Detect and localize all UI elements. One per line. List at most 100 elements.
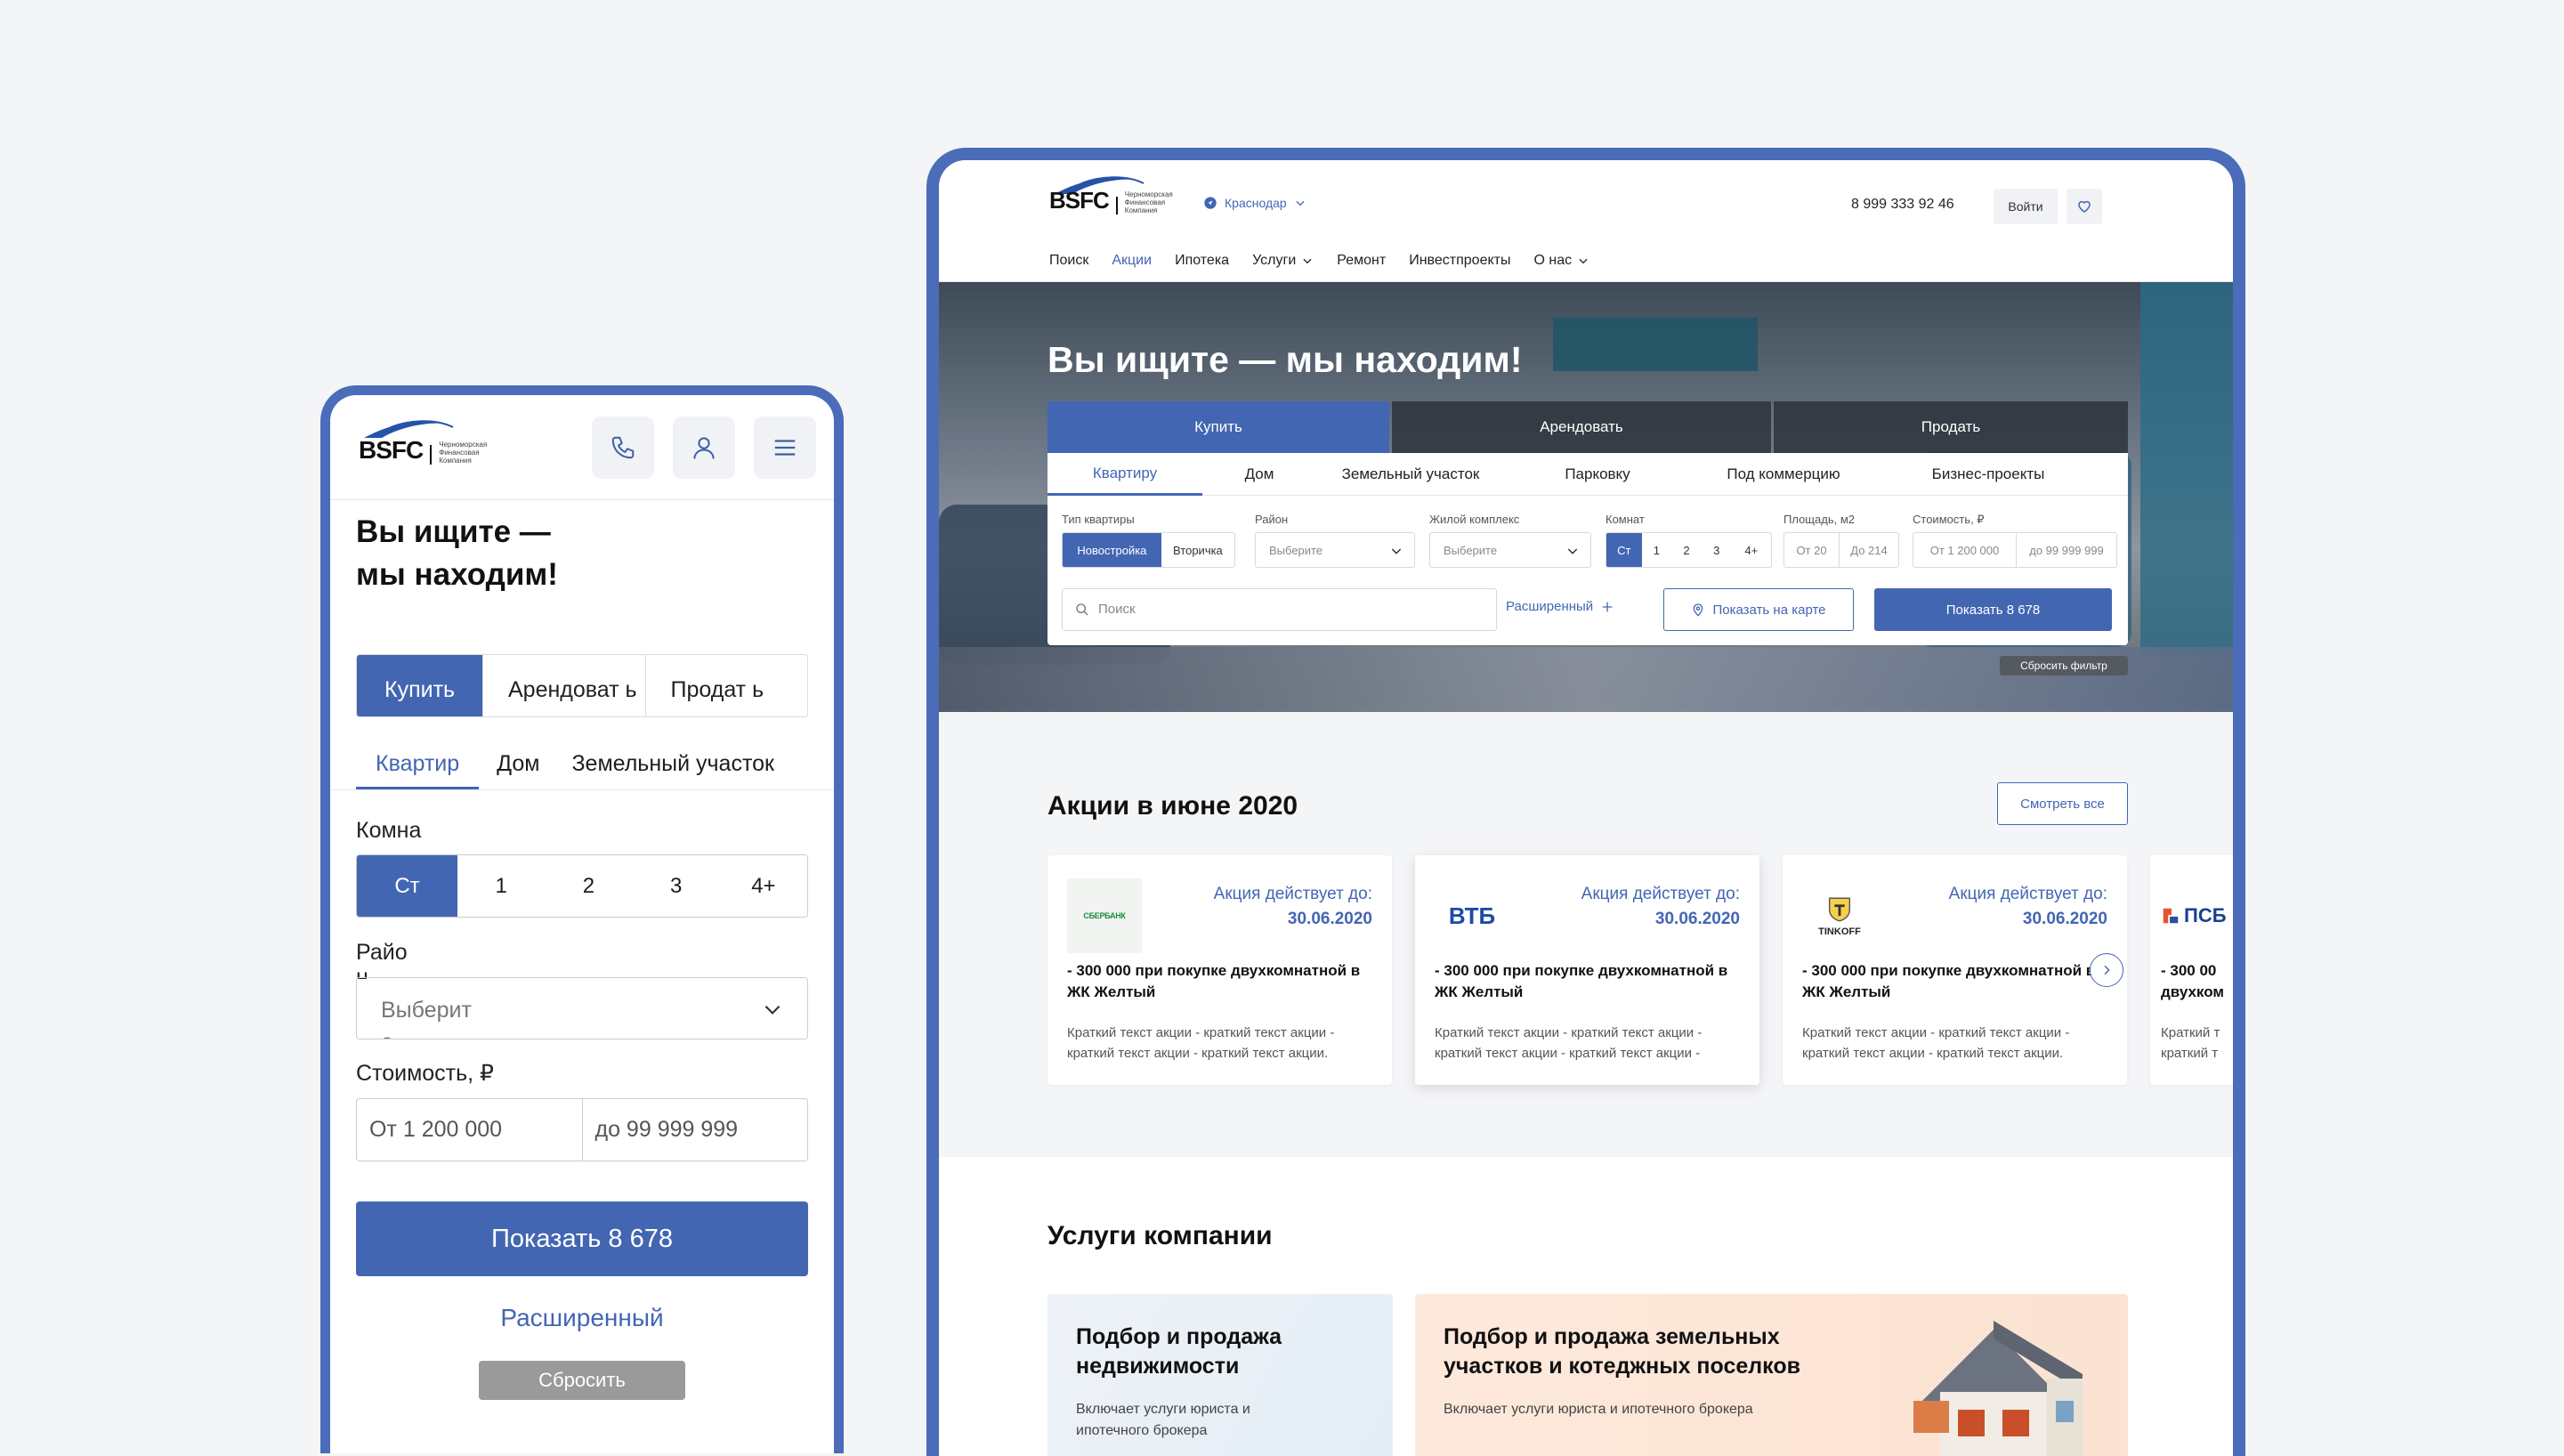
price-to-input[interactable]: до 99 999 999 (2017, 533, 2116, 567)
area-to-input[interactable]: До 214 (1840, 533, 1898, 567)
show-on-map-button[interactable]: Показать на карте (1663, 588, 1854, 631)
tinkoff-logo: TINKOFF (1802, 878, 1877, 953)
tab-apartment[interactable]: Квартир (356, 749, 480, 789)
room-option[interactable]: 1 (1642, 533, 1672, 567)
tab-parking[interactable]: Парковку (1505, 453, 1690, 496)
logo-divider (430, 445, 433, 465)
see-all-button[interactable]: Смотреть все (1997, 782, 2128, 825)
rooms-label: Комна (356, 818, 422, 843)
price-from-input[interactable]: От 1 200 000 (1913, 533, 2017, 567)
profile-button[interactable] (673, 417, 735, 479)
reset-filter-button[interactable]: Сбросить фильтр (2000, 656, 2128, 675)
chevron-down-icon (1579, 258, 1588, 264)
chevron-down-icon (1303, 258, 1312, 264)
rooms-selector: Ст 1 2 3 4+ (1606, 532, 1772, 568)
header-phone[interactable]: 8 999 333 92 46 (1851, 197, 1954, 213)
promo-card[interactable]: ВТБ Акция действует до: 30.06.2020 - 300 … (1415, 855, 1759, 1085)
promo-card[interactable]: СБЕРБАНК Акция действует до: 30.06.2020 -… (1047, 855, 1392, 1085)
nav-item-investprojects[interactable]: Инвестпроекты (1409, 253, 1510, 269)
apt-type-option[interactable]: Вторичка (1161, 533, 1234, 567)
tab-house[interactable]: Дом (1202, 453, 1316, 496)
service-title: Подбор и продажа земельных участков и ко… (1444, 1324, 1800, 1379)
apt-type-selector: Новостройка Вторичка (1062, 532, 1235, 568)
vtb-logo: ВТБ (1435, 878, 1509, 953)
nav-item-services[interactable]: Услуги (1252, 253, 1314, 269)
promo-title: - 300 00 двухком (2161, 962, 2224, 1000)
tab-land[interactable]: Земельный участок (1316, 453, 1505, 496)
price-label: Стоимость, ₽ (356, 1061, 494, 1086)
show-results-button[interactable]: Показать 8 678 (1874, 588, 2112, 631)
room-option[interactable]: Ст (1606, 533, 1642, 567)
complex-select[interactable]: Выберите (1429, 532, 1591, 568)
price-from-input[interactable]: От 1 200 000 (357, 1099, 582, 1161)
tab-apartment[interactable]: Квартиру (1047, 453, 1202, 496)
tab-commercial[interactable]: Под коммерцию (1690, 453, 1877, 496)
nav-item-about[interactable]: О нас (1533, 253, 1589, 269)
city-selector[interactable]: Краснодар (1203, 196, 1306, 210)
logo[interactable]: BSFC Черноморская Финансовая Компания (359, 420, 487, 465)
service-card[interactable]: Подбор и продажа земельных участков и ко… (1415, 1294, 2128, 1456)
psb-logo: ПСБ (2161, 878, 2233, 953)
tab-buy[interactable]: Купить (1047, 401, 1389, 453)
room-option[interactable]: 3 (1702, 533, 1732, 567)
room-option[interactable]: 3 (633, 855, 720, 917)
district-select[interactable]: Выберите (1255, 532, 1415, 568)
service-title: Подбор и продажа недвижимости (1076, 1324, 1282, 1379)
hero-title: Вы ищите — мы находим! (356, 514, 558, 592)
room-option[interactable]: Ст (357, 855, 457, 917)
area-label: Площадь, м2 (1783, 513, 1855, 526)
nav-item-promos[interactable]: Акции (1112, 253, 1152, 269)
price-to-input[interactable]: до 99 999 999 (581, 1099, 808, 1161)
tab-rent[interactable]: Арендовать (1392, 401, 1771, 453)
login-button[interactable]: Войти (1994, 189, 2058, 224)
menu-button[interactable] (754, 417, 816, 479)
search-input[interactable]: Поиск (1062, 588, 1497, 631)
user-icon (693, 437, 715, 459)
phone-button[interactable] (592, 417, 654, 479)
service-card[interactable]: Подбор и продажа недвижимости Включает у… (1047, 1294, 1393, 1456)
advanced-search-link[interactable]: Расширенный (1506, 599, 1614, 614)
bank-name: TINKOFF (1818, 926, 1861, 937)
promo-card[interactable]: TINKOFF Акция действует до: 30.06.2020 - … (1783, 855, 2127, 1085)
tab-business[interactable]: Бизнес-проекты (1877, 453, 2099, 496)
tab-rent[interactable]: Арендоват ь (482, 655, 645, 716)
price-range: От 1 200 000 до 99 999 999 (356, 1098, 808, 1161)
nav-item-renovation[interactable]: Ремонт (1337, 253, 1386, 269)
room-option[interactable]: 4+ (1732, 533, 1772, 567)
heart-icon (2078, 200, 2091, 213)
tab-house[interactable]: Дом (479, 749, 557, 789)
favorites-button[interactable] (2067, 189, 2102, 224)
carousel-next-button[interactable] (2090, 953, 2123, 987)
search-panel: Квартиру Дом Земельный участок Парковку … (1047, 453, 2128, 645)
services-title: Услуги компании (1047, 1221, 1273, 1250)
promo-card[interactable]: ПСБ - 300 00 двухком Краткий т краткий т (2150, 855, 2233, 1085)
show-results-button[interactable]: Показать 8 678 (356, 1201, 808, 1276)
service-text: Включает услуги юриста и ипотечного брок… (1076, 1402, 1250, 1438)
room-option[interactable]: 1 (457, 855, 545, 917)
nav-item-search[interactable]: Поиск (1049, 253, 1088, 269)
district-select[interactable]: Выберит е (356, 977, 808, 1039)
service-text: Включает услуги юриста и ипотечного брок… (1444, 1402, 1753, 1417)
room-option[interactable]: 4+ (720, 855, 807, 917)
room-option[interactable]: 2 (1671, 533, 1702, 567)
room-option[interactable]: 2 (545, 855, 632, 917)
apt-type-option[interactable]: Новостройка (1063, 533, 1161, 567)
area-from-input[interactable]: От 20 (1784, 533, 1840, 567)
tab-sell[interactable]: Продат ь (644, 655, 808, 716)
search-icon (1076, 603, 1088, 616)
advanced-search-link[interactable]: Расширенный (330, 1304, 834, 1332)
reset-button[interactable]: Сбросить (479, 1361, 685, 1400)
tab-land[interactable]: Земельный участок (557, 749, 789, 789)
logo[interactable]: BSFC Черноморская Финансовая Компания (1049, 176, 1173, 214)
logo-mark: BSFC (1049, 187, 1110, 214)
district-label: Райо н (356, 940, 408, 979)
nav-item-mortgage[interactable]: Ипотека (1175, 253, 1229, 269)
tab-sell[interactable]: Продать (1774, 401, 2128, 453)
complex-label: Жилой комплекс (1429, 513, 1520, 526)
chevron-down-icon (764, 1005, 781, 1015)
header-divider (330, 499, 834, 500)
promos-title: Акции в июне 2020 (1047, 791, 1298, 821)
map-pin-icon (1694, 603, 1703, 617)
deal-type-tabs: Купить Арендоват ь Продат ь (356, 654, 808, 717)
tab-buy[interactable]: Купить (357, 655, 482, 716)
